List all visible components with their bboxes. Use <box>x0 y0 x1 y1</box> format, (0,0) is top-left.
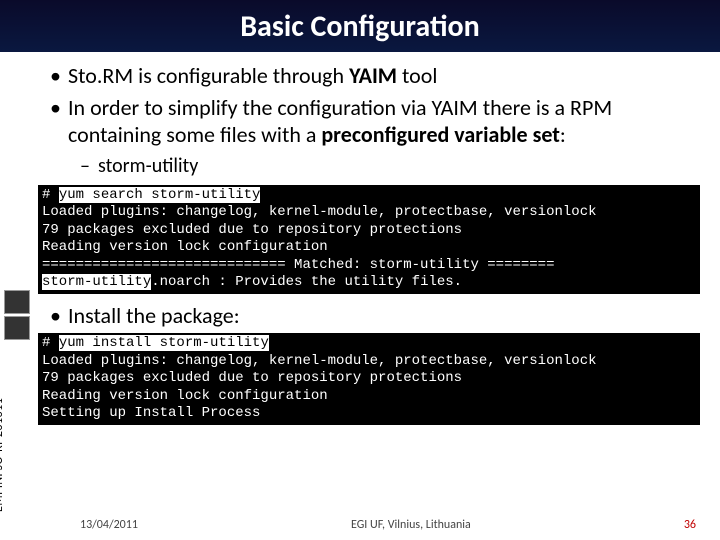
bullet-item-1: • Sto.RM is configurable through YAIM to… <box>50 62 680 90</box>
terminal-command: yum search storm-utility <box>59 187 261 203</box>
prompt: # <box>42 335 59 351</box>
terminal-line: Reading version lock configuration <box>42 388 328 404</box>
logo-icon <box>4 316 30 340</box>
text-bold: preconfigured variable set <box>321 121 560 148</box>
logo-icon <box>4 290 30 314</box>
terminal-line: 79 packages excluded due to repository p… <box>42 370 462 386</box>
terminal-line: Reading version lock configuration <box>42 239 328 255</box>
bullet-text: Sto.RM is configurable through YAIM tool <box>68 62 437 90</box>
sub-bullet-text: storm-utility <box>98 153 198 179</box>
terminal-line: Setting up Install Process <box>42 405 260 421</box>
bullet-dot: • <box>50 62 68 90</box>
footer-date: 13/04/2011 <box>80 518 138 532</box>
sidebar-label: EMI INFSO-RI-261611 <box>0 398 6 512</box>
title-bar: Basic Configuration <box>0 0 720 52</box>
sidebar-logos <box>4 290 32 342</box>
prompt: # <box>42 187 59 203</box>
terminal-line: .noarch : Provides the utility files. <box>151 274 462 290</box>
text-segment: Sto.RM is configurable through <box>68 62 349 89</box>
footer: 13/04/2011 EGI UF, Vilnius, Lithuania 36 <box>0 518 720 532</box>
bullet-dot: • <box>50 94 68 149</box>
terminal-line: Loaded plugins: changelog, kernel-module… <box>42 353 597 369</box>
footer-page-number: 36 <box>684 518 696 532</box>
terminal-output-2: # yum install storm-utility Loaded plugi… <box>38 333 700 425</box>
bullet-dash: – <box>80 153 98 179</box>
text-segment: : <box>560 121 566 148</box>
content-area: • Sto.RM is configurable through YAIM to… <box>0 52 720 425</box>
terminal-line: Loaded plugins: changelog, kernel-module… <box>42 204 597 220</box>
sub-bullet-1: – storm-utility <box>80 153 680 179</box>
bullet-item-2: • In order to simplify the configuration… <box>50 94 680 149</box>
text-bold: YAIM <box>349 62 397 89</box>
bullet-dot: • <box>50 302 68 330</box>
bullet-item-3: • Install the package: <box>50 302 680 330</box>
terminal-line: 79 packages excluded due to repository p… <box>42 222 462 238</box>
slide-title: Basic Configuration <box>240 8 480 45</box>
terminal-line: ============================= Matched: s… <box>42 257 554 273</box>
bullet-text: Install the package: <box>68 302 240 330</box>
terminal-command: yum install storm-utility <box>59 335 269 351</box>
terminal-highlight: storm-utility <box>42 274 151 290</box>
footer-center: EGI UF, Vilnius, Lithuania <box>351 518 471 532</box>
bullet-text: In order to simplify the configuration v… <box>68 94 680 149</box>
text-segment: tool <box>397 62 437 89</box>
terminal-output-1: # yum search storm-utility Loaded plugin… <box>38 185 700 294</box>
